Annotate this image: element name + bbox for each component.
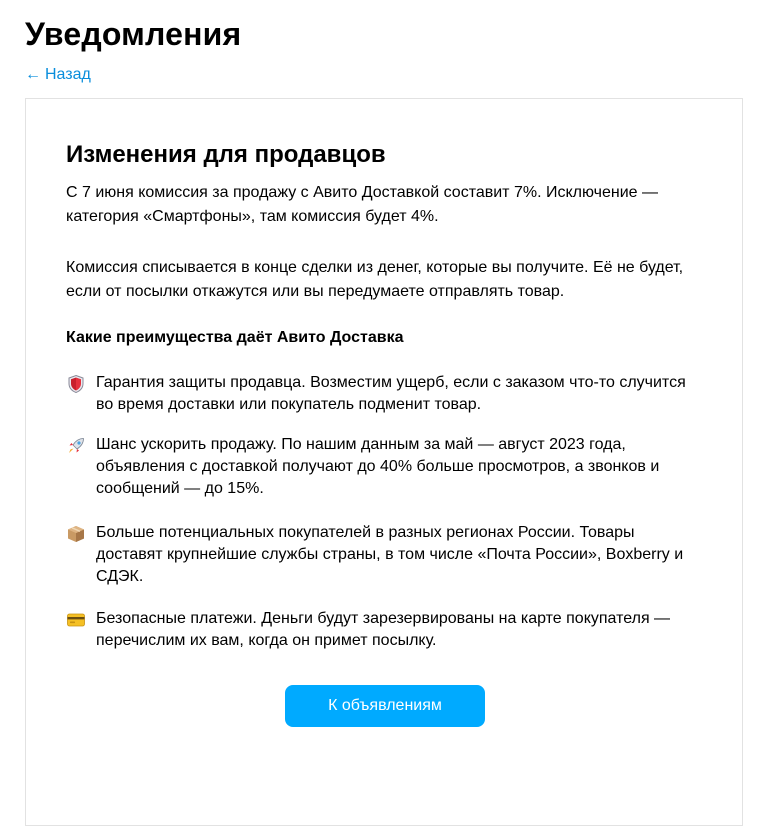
benefits-heading: Какие преимущества даёт Авито Доставка [66, 329, 404, 346]
commission-paragraph: С 7 июня комиссия за продажу с Авито Дос… [66, 184, 658, 225]
arrow-left-icon: ← [25, 66, 41, 83]
benefit-item: Шанс ускорить продажу. По нашим данным з… [66, 434, 696, 500]
go-to-listings-button[interactable]: К объявлениям [285, 685, 485, 727]
notification-card: Изменения для продавцов С 7 июня комисси… [25, 98, 743, 826]
package-icon [68, 526, 84, 542]
back-link[interactable]: ← Назад [25, 65, 91, 85]
benefit-text: Гарантия защиты продавца. Возместим ущер… [96, 374, 686, 413]
credit-card-icon [67, 613, 85, 627]
page-title: Уведомления [25, 16, 242, 52]
benefit-text: Шанс ускорить продажу. По нашим данным з… [96, 436, 660, 497]
shield-icon [68, 374, 84, 394]
benefit-item: Безопасные платежи. Деньги будут зарезер… [66, 608, 696, 652]
benefit-text: Безопасные платежи. Деньги будут зарезер… [96, 610, 671, 649]
benefit-text: Больше потенциальных покупателей в разны… [96, 524, 684, 585]
benefit-item: Больше потенциальных покупателей в разны… [66, 522, 696, 588]
benefit-item: Гарантия защиты продавца. Возместим ущер… [66, 372, 696, 416]
back-link-label: Назад [45, 66, 91, 83]
rocket-icon [69, 438, 84, 453]
commission-details-paragraph: Комиссия списывается в конце сделки из д… [66, 259, 684, 300]
card-title: Изменения для продавцов [66, 141, 386, 168]
